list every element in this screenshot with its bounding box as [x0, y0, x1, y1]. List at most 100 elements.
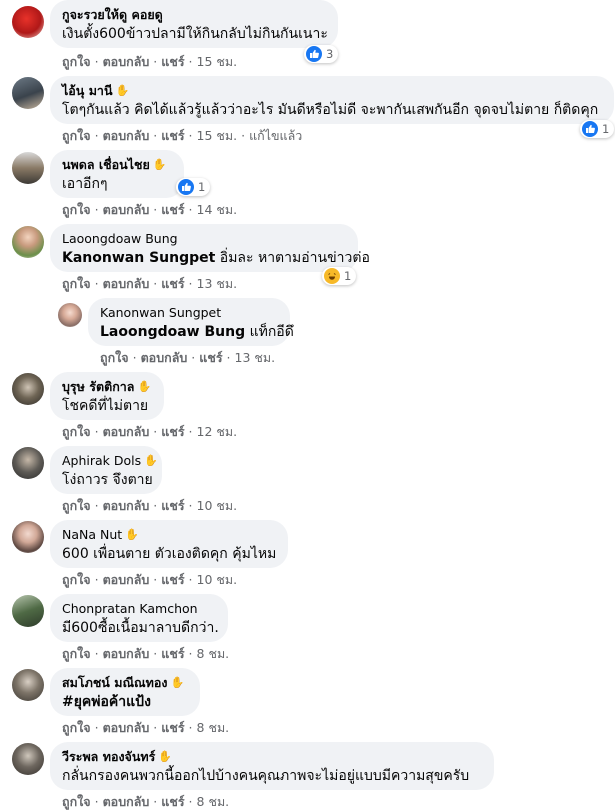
comment-text: เงินตั้ง600ข้าวปลามีให้กินกลับไม่กินกันเ… — [62, 26, 328, 42]
comment-text: เอาอีกๆ — [62, 176, 108, 192]
comment-actions: ถูกใจ · ตอบกลับ · แชร์ · 10 ชม. — [62, 572, 238, 587]
mention-tag[interactable]: Kanonwan Sungpet — [62, 250, 215, 266]
avatar[interactable] — [58, 303, 82, 327]
comment-actions: ถูกใจ · ตอบกลับ · แชร์ · 13 ชม. — [100, 350, 276, 365]
like-button[interactable]: ถูกใจ — [62, 498, 91, 513]
reply-button[interactable]: ตอบกลับ — [103, 498, 150, 513]
reply-button[interactable]: ตอบกลับ — [103, 572, 150, 587]
reply-button[interactable]: ตอบกลับ — [103, 54, 150, 69]
reaction-count[interactable]: 3 — [304, 45, 339, 63]
comment-timestamp[interactable]: 15 ชม. — [197, 128, 238, 143]
avatar[interactable] — [12, 521, 44, 553]
like-reaction-icon — [178, 179, 194, 195]
comment-actions: ถูกใจ · ตอบกลับ · แชร์ · 10 ชม. — [62, 498, 238, 513]
comment-author[interactable]: Aphirak Dols — [62, 453, 141, 469]
reply-button[interactable]: ตอบกลับ — [103, 424, 150, 439]
wave-icon: ✋ — [170, 676, 185, 689]
reply-button[interactable]: ตอบกลับ — [103, 646, 150, 661]
comment-text: โง่ถาวร จึงตาย — [62, 472, 153, 488]
share-button[interactable]: แชร์ — [161, 646, 184, 661]
share-button[interactable]: แชร์ — [161, 128, 184, 143]
like-button[interactable]: ถูกใจ — [62, 54, 91, 69]
like-button[interactable]: ถูกใจ — [62, 276, 91, 291]
reply-button[interactable]: ตอบกลับ — [141, 350, 188, 365]
comment-timestamp[interactable]: 8 ชม. — [197, 646, 230, 661]
share-button[interactable]: แชร์ — [161, 794, 184, 809]
like-button[interactable]: ถูกใจ — [62, 794, 91, 809]
comment-timestamp[interactable]: 14 ชม. — [197, 202, 238, 217]
reply-button[interactable]: ตอบกลับ — [103, 794, 150, 809]
reaction-count[interactable]: 1 — [322, 267, 357, 285]
share-button[interactable]: แชร์ — [199, 350, 222, 365]
share-button[interactable]: แชร์ — [161, 498, 184, 513]
comment-text: อิ่มละ หาตามอ่านข่าวต่อ — [219, 250, 370, 266]
reply-button[interactable]: ตอบกลับ — [103, 128, 150, 143]
share-button[interactable]: แชร์ — [161, 54, 184, 69]
comment-text: โตๆกันแล้ว คิดได้แล้วรู้แล้วว่าอะไร มันด… — [62, 102, 599, 118]
mention-tag[interactable]: Laoongdoaw Bung — [100, 324, 245, 340]
like-button[interactable]: ถูกใจ — [100, 350, 129, 365]
comment-timestamp[interactable]: 10 ชม. — [197, 572, 238, 587]
share-button[interactable]: แชร์ — [161, 202, 184, 217]
comment-timestamp[interactable]: 8 ชม. — [197, 794, 230, 809]
comment-timestamp[interactable]: 12 ชม. — [197, 424, 238, 439]
comment-actions: ถูกใจ · ตอบกลับ · แชร์ · 8 ชม. — [62, 646, 230, 661]
wave-icon: ✋ — [144, 454, 158, 467]
avatar[interactable] — [12, 152, 44, 184]
reply-button[interactable]: ตอบกลับ — [103, 276, 150, 291]
like-button[interactable]: ถูกใจ — [62, 646, 91, 661]
comment-timestamp[interactable]: 13 ชม. — [235, 350, 276, 365]
comment-text: โชคดีที่ไม่ตาย — [62, 398, 149, 414]
reaction-count[interactable]: 1 — [176, 178, 211, 196]
like-button[interactable]: ถูกใจ — [62, 128, 91, 143]
like-button[interactable]: ถูกใจ — [62, 202, 91, 217]
comment-bubble: Laoongdoaw Bung Kanonwan Sungpet อิ่มละ … — [50, 224, 370, 272]
avatar[interactable] — [12, 743, 44, 775]
comment-timestamp[interactable]: 8 ชม. — [197, 720, 230, 735]
avatar[interactable] — [12, 373, 44, 405]
comment-author[interactable]: ไอ้นุ มานี — [62, 83, 113, 99]
comment-author[interactable]: กูจะรวยให้ดู คอยดู — [62, 7, 326, 23]
comment-author[interactable]: นพดล เชื่อนไชย — [62, 157, 150, 173]
like-button[interactable]: ถูกใจ — [62, 424, 91, 439]
comment-bubble: Chonpratan Kamchon มี600ซื้อเนื้อมาลาบดี… — [50, 594, 228, 642]
share-button[interactable]: แชร์ — [161, 424, 184, 439]
avatar[interactable] — [12, 595, 44, 627]
like-button[interactable]: ถูกใจ — [62, 572, 91, 587]
avatar[interactable] — [12, 6, 44, 38]
share-button[interactable]: แชร์ — [161, 720, 184, 735]
like-button[interactable]: ถูกใจ — [62, 720, 91, 735]
comment-bubble: NaNa Nut ✋ 600 เพื่อนตาย ตัวเองติดคุก คุ้… — [50, 520, 288, 568]
avatar[interactable] — [12, 226, 44, 258]
comment-author[interactable]: บุรุษ รัตติกาล — [62, 379, 134, 395]
wave-icon: ✋ — [125, 528, 139, 541]
reaction-count-value: 1 — [198, 180, 206, 194]
reply-button[interactable]: ตอบกลับ — [103, 720, 150, 735]
share-button[interactable]: แชร์ — [161, 276, 184, 291]
like-reaction-icon — [582, 121, 598, 137]
reaction-count[interactable]: 1 — [580, 120, 615, 138]
edited-label[interactable]: แก้ไขแล้ว — [249, 128, 302, 143]
wave-icon: ✋ — [115, 84, 130, 97]
comment-timestamp[interactable]: 13 ชม. — [197, 276, 238, 291]
comment-author[interactable]: Kanonwan Sungpet — [100, 305, 278, 321]
avatar[interactable] — [12, 447, 44, 479]
comment-bubble: ไอ้นุ มานี ✋ โตๆกันแล้ว คิดได้แล้วรู้แล้ว… — [50, 76, 614, 124]
comment-bubble: วีระพล ทองจันทร์ ✋ กลั่นกรองคนพวกนี้ออกไป… — [50, 742, 494, 790]
avatar[interactable] — [12, 669, 44, 701]
comment-text: 600 เพื่อนตาย ตัวเองติดคุก คุ้มไหม — [62, 546, 277, 562]
comment-author[interactable]: วีระพล ทองจันทร์ — [62, 749, 155, 765]
share-button[interactable]: แชร์ — [161, 572, 184, 587]
comment-bubble: Kanonwan Sungpet Laoongdoaw Bung แท็กอีด… — [88, 298, 294, 346]
comment-author[interactable]: NaNa Nut — [62, 527, 122, 543]
wave-icon: ✋ — [158, 750, 173, 763]
avatar[interactable] — [12, 77, 44, 109]
reply-button[interactable]: ตอบกลับ — [103, 202, 150, 217]
comment-author[interactable]: Laoongdoaw Bung — [62, 231, 346, 247]
comment-author[interactable]: สมโภชน์ มณีณทอง — [62, 675, 168, 691]
comment-timestamp[interactable]: 15 ชม. — [197, 54, 238, 69]
comment-author[interactable]: Chonpratan Kamchon — [62, 601, 216, 617]
reaction-count-value: 3 — [326, 47, 334, 61]
comment-bubble: Aphirak Dols ✋ โง่ถาวร จึงตาย — [50, 446, 162, 494]
comment-timestamp[interactable]: 10 ชม. — [197, 498, 238, 513]
